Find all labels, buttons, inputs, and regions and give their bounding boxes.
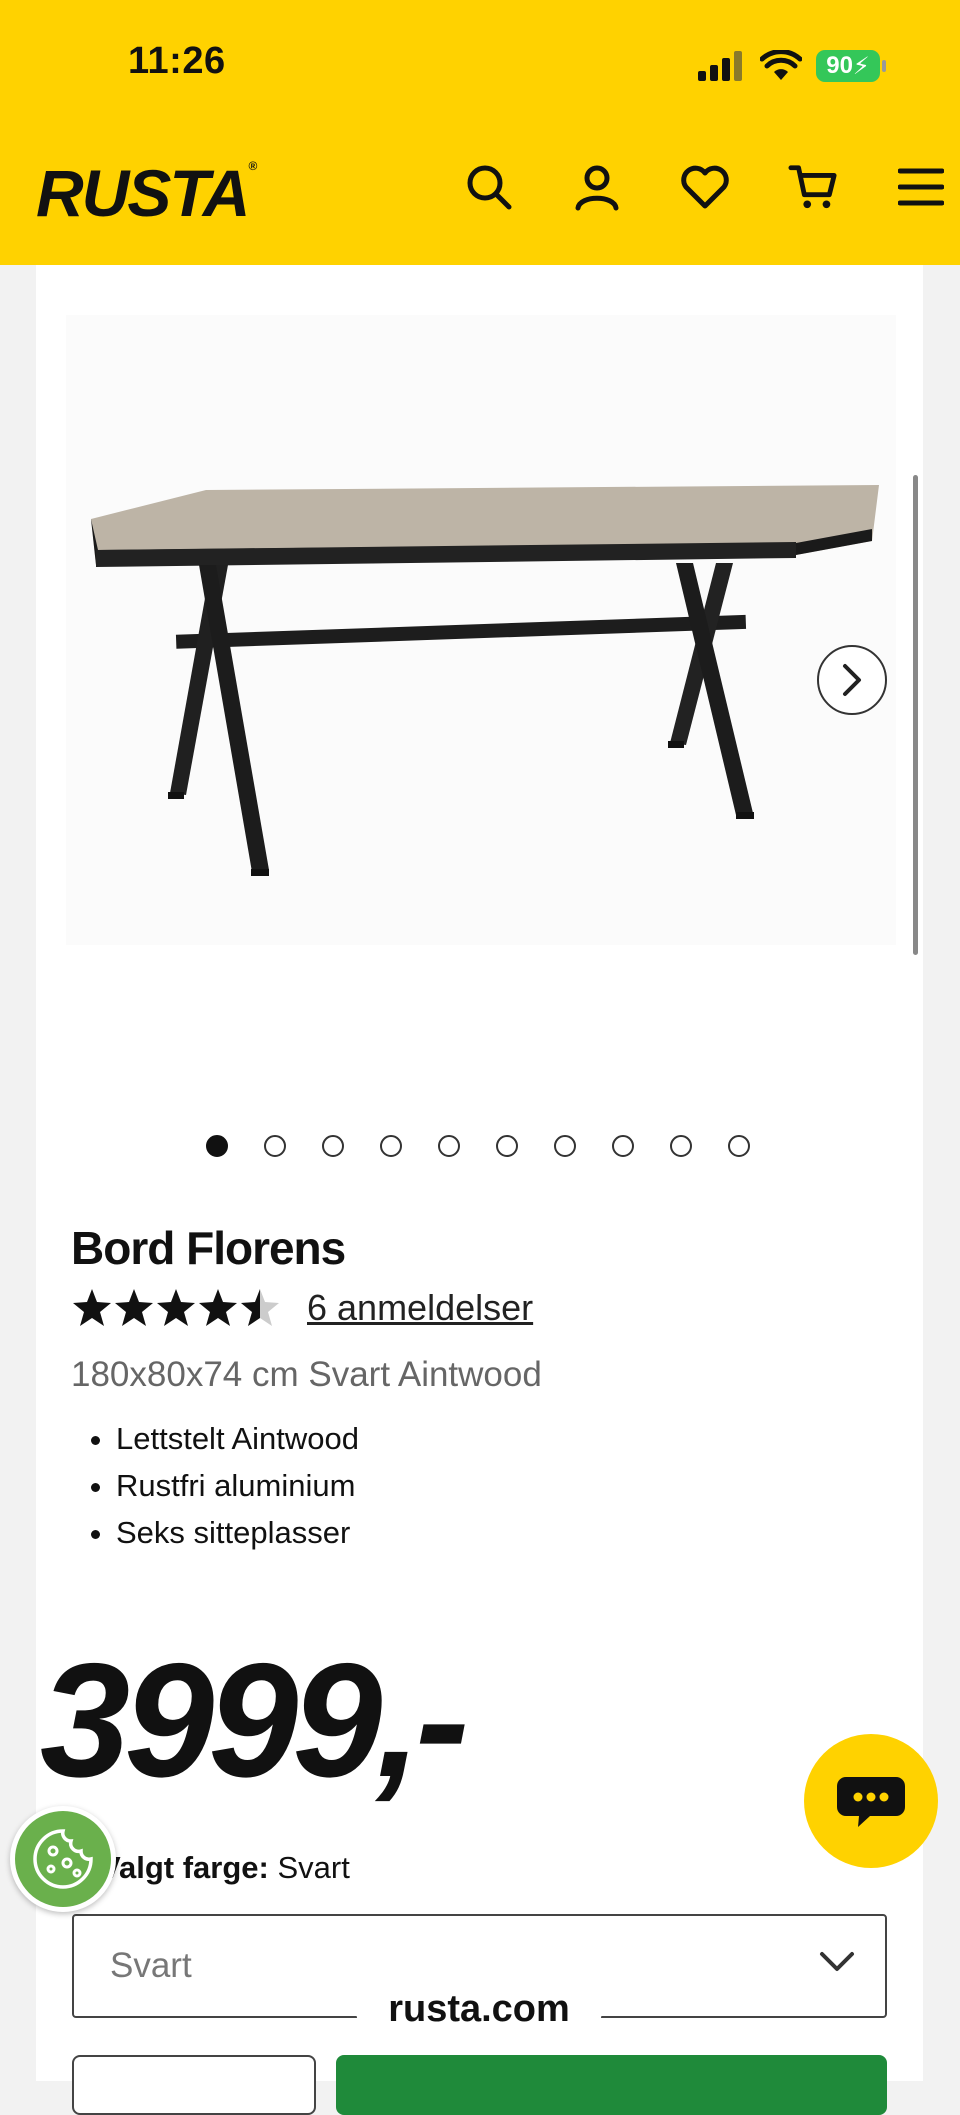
chat-bubble-icon (837, 1777, 905, 1827)
selected-color-value: Svart (277, 1850, 350, 1885)
gallery-dot[interactable] (612, 1135, 634, 1157)
gallery-pagination (206, 1135, 750, 1157)
chat-button[interactable] (804, 1734, 938, 1868)
menu-icon[interactable] (896, 162, 946, 212)
gallery-next-button[interactable] (817, 645, 887, 715)
account-icon[interactable] (572, 162, 622, 212)
selected-color-label: Valgt farge: Svart (100, 1850, 350, 1885)
color-select-value: Svart (110, 1946, 192, 1985)
reviews-link[interactable]: 6 anmeldelser (307, 1287, 533, 1329)
product-rating: 6 anmeldelser (71, 1287, 533, 1329)
cookie-icon (33, 1829, 93, 1889)
gallery-dot[interactable] (554, 1135, 576, 1157)
product-title: Bord Florens (71, 1222, 346, 1274)
search-icon[interactable] (464, 162, 514, 212)
product-price: 3999,- (40, 1630, 469, 1811)
product-image-gallery[interactable] (36, 265, 923, 1365)
gallery-dot[interactable] (670, 1135, 692, 1157)
gallery-dot[interactable] (496, 1135, 518, 1157)
gallery-dot[interactable] (380, 1135, 402, 1157)
feature-item: Seks sitteplasser (116, 1509, 359, 1556)
cookie-settings-button[interactable] (10, 1806, 116, 1912)
gallery-dot[interactable] (438, 1135, 460, 1157)
rusta-logo[interactable]: RUSTA® (36, 160, 257, 226)
charging-icon: ⚡ (852, 52, 870, 80)
heart-icon[interactable] (680, 162, 730, 212)
battery-indicator: 90 ⚡ (816, 50, 886, 82)
gallery-dot[interactable] (264, 1135, 286, 1157)
chevron-right-icon (843, 664, 861, 696)
battery-level: 90 (826, 52, 853, 79)
star-rating-icon (73, 1289, 279, 1326)
browser-url-bar[interactable]: rusta.com (356, 1970, 602, 2048)
status-time: 11:26 (128, 40, 226, 82)
status-icons: 90 ⚡ (698, 46, 886, 86)
scrollbar[interactable] (913, 475, 918, 955)
signal-icon (698, 51, 742, 81)
feature-list: Lettstelt Aintwood Rustfri aluminium Sek… (71, 1415, 359, 1556)
quantity-stepper[interactable] (72, 2055, 316, 2115)
chevron-down-icon (820, 1952, 854, 1971)
product-image (66, 315, 896, 945)
gallery-dot[interactable] (728, 1135, 750, 1157)
feature-item: Rustfri aluminium (116, 1462, 359, 1509)
cart-icon[interactable] (788, 162, 838, 212)
header-bar: 11:26 90 ⚡ RUSTA® (0, 0, 960, 265)
feature-item: Lettstelt Aintwood (116, 1415, 359, 1462)
gallery-dot[interactable] (322, 1135, 344, 1157)
product-subtitle: 180x80x74 cm Svart Aintwood (71, 1355, 542, 1394)
header-nav (464, 162, 946, 212)
add-to-cart-button[interactable] (336, 2055, 887, 2115)
gallery-dot[interactable] (206, 1135, 228, 1157)
wifi-icon (760, 50, 802, 80)
